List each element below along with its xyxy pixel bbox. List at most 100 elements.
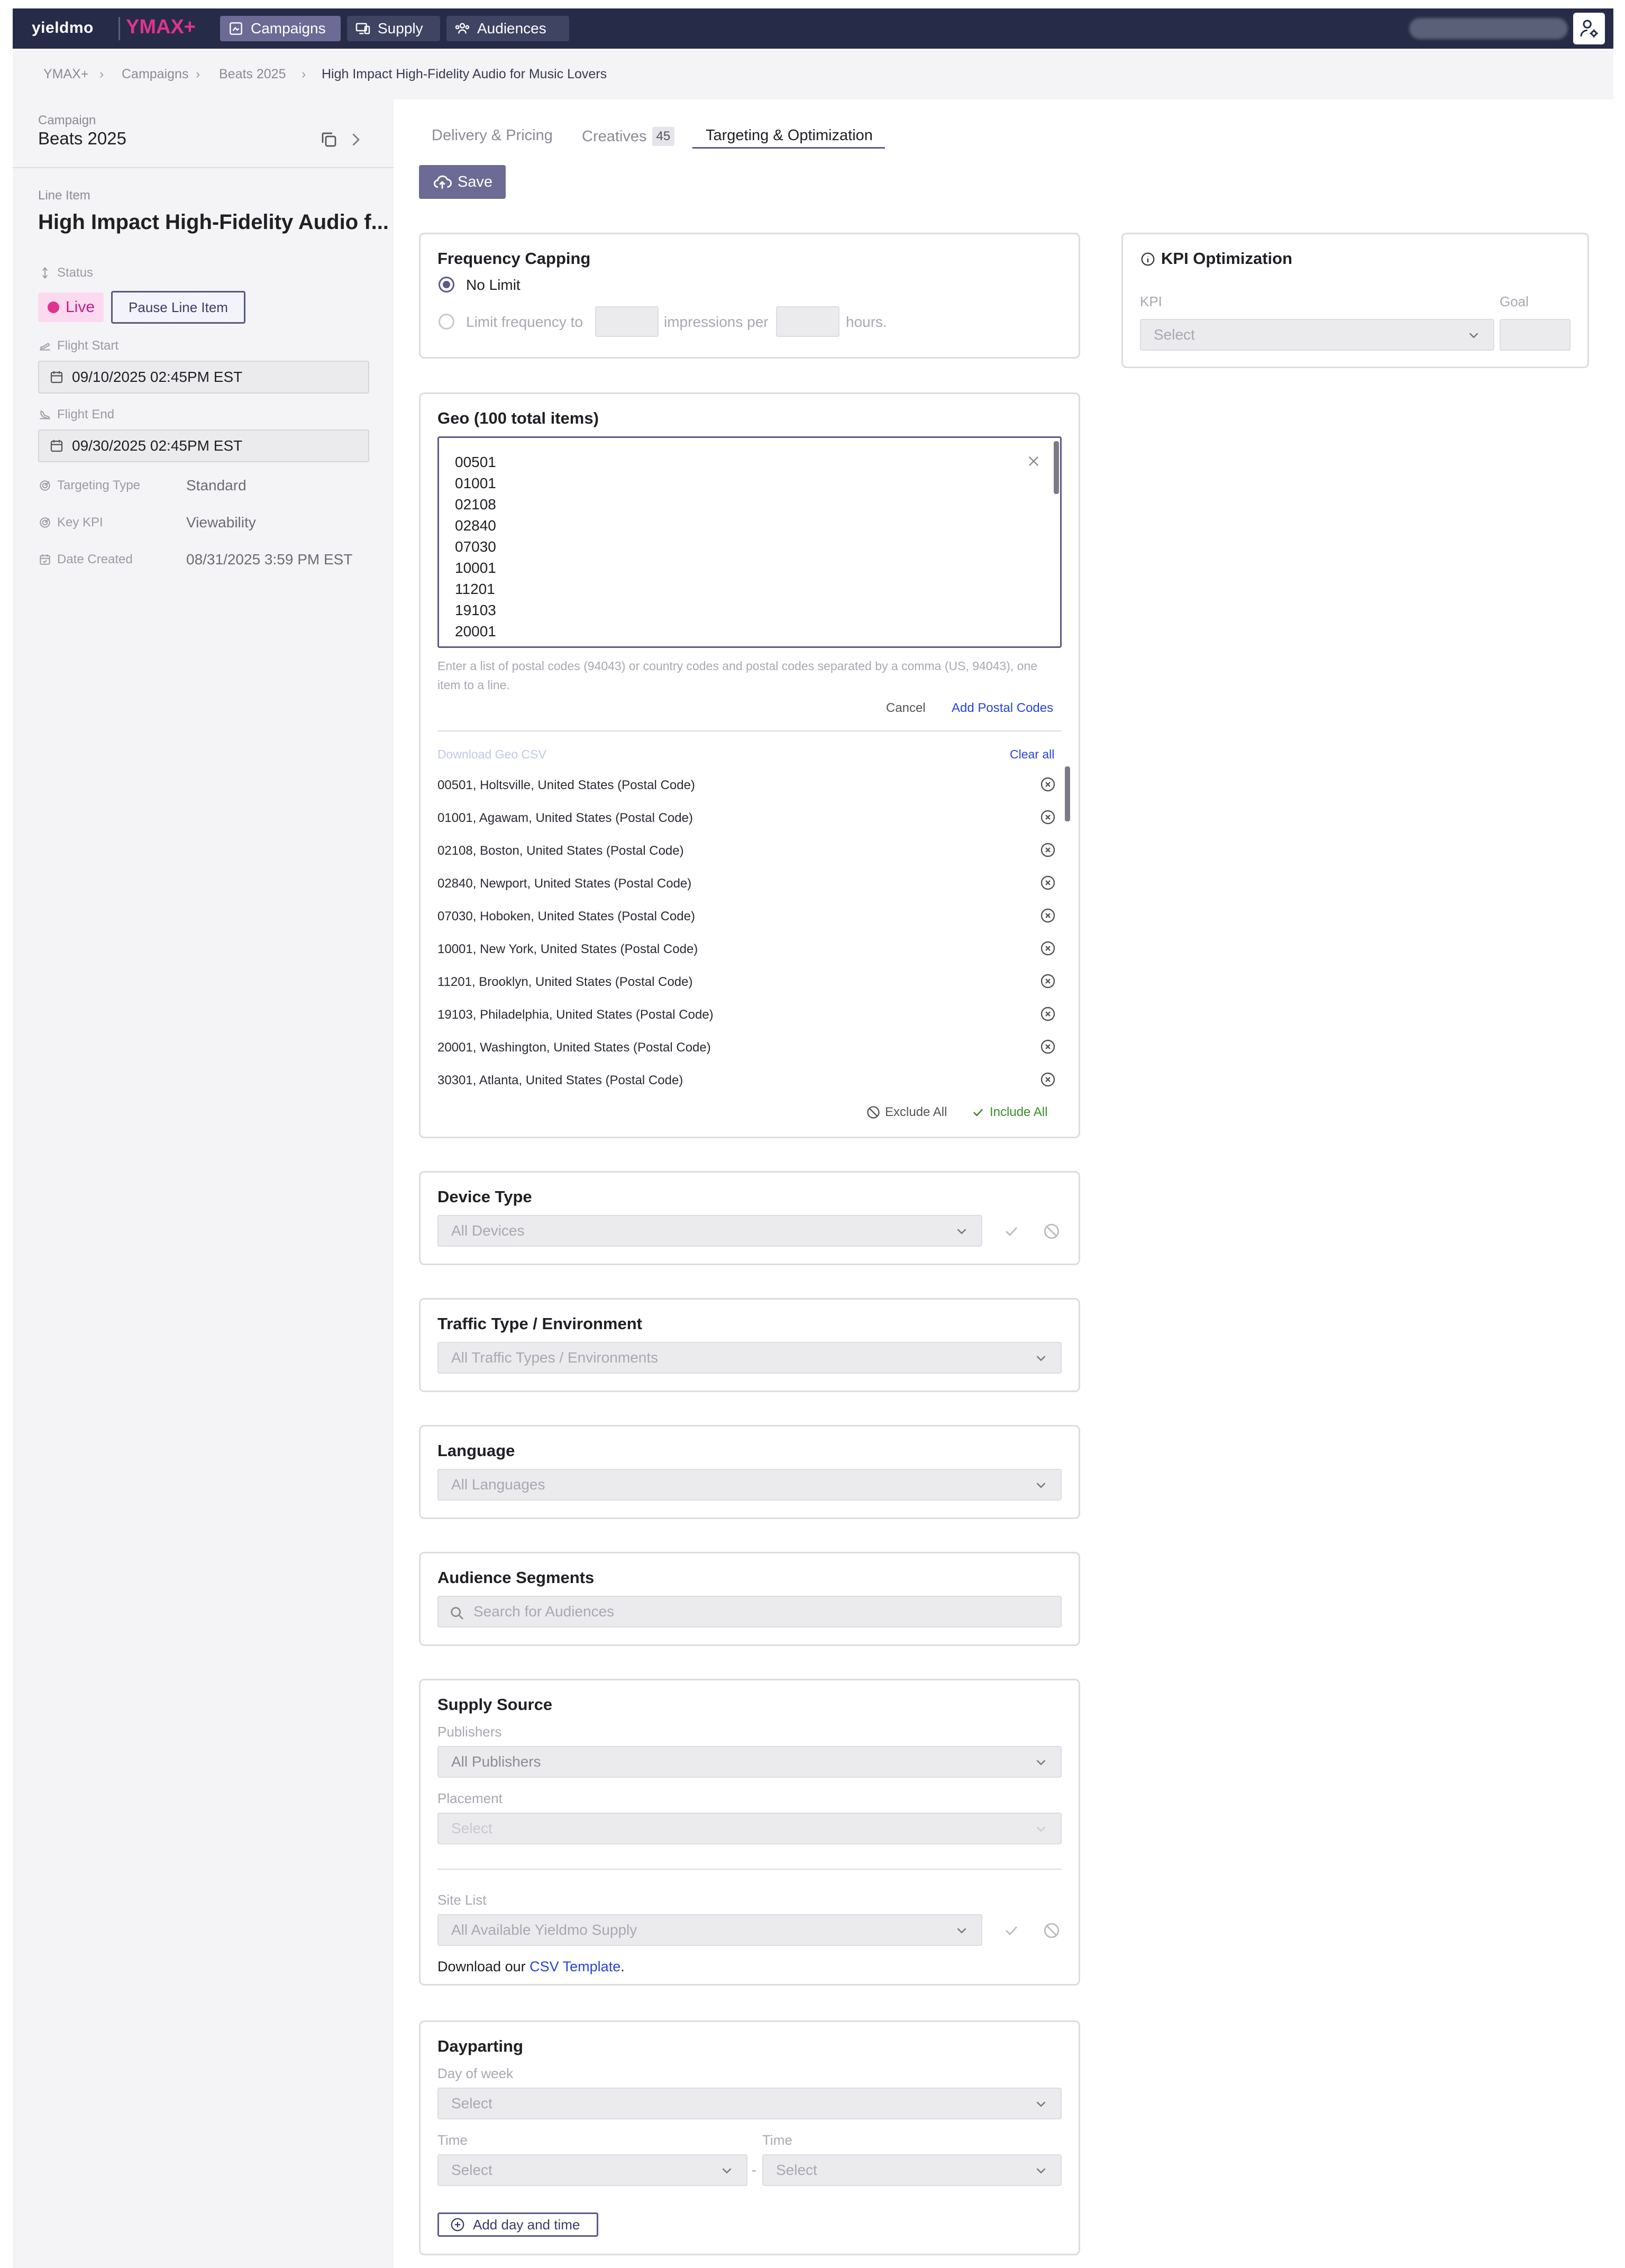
hours-input[interactable] <box>776 306 839 337</box>
remove-item-icon[interactable] <box>1039 1005 1056 1022</box>
remove-item-icon[interactable] <box>1039 1038 1056 1055</box>
check-icon <box>973 1109 983 1117</box>
exclude-icon[interactable] <box>1043 1922 1061 1940</box>
kpi-optimization-title: KPI Optimization <box>1161 249 1292 268</box>
remove-item-icon[interactable] <box>1039 809 1056 826</box>
geo-list-scrollbar[interactable] <box>1065 766 1070 821</box>
add-postal-codes-button[interactable]: Add Postal Codes <box>952 701 1053 716</box>
csv-template-link[interactable]: CSV Template <box>530 1959 620 1974</box>
tab-delivery-pricing[interactable]: Delivery & Pricing <box>432 127 553 144</box>
breadcrumb-line-item: High Impact High-Fidelity Audio for Musi… <box>322 67 607 81</box>
remove-item-icon[interactable] <box>1039 874 1056 891</box>
geo-item: 07030, Hoboken, United States (Postal Co… <box>437 909 695 923</box>
traffic-type-select[interactable]: All Traffic Types / Environments <box>437 1342 1062 1374</box>
exclude-all-button[interactable]: Exclude All <box>885 1105 947 1120</box>
include-all-button[interactable]: Include All <box>990 1105 1047 1120</box>
remove-item-icon[interactable] <box>1039 776 1056 793</box>
breadcrumb-ymax[interactable]: YMAX+ <box>43 67 88 82</box>
key-kpi-label-text: Key KPI <box>57 515 103 529</box>
status-label-text: Status <box>57 266 94 280</box>
takeoff-icon <box>40 343 50 351</box>
goal-input[interactable] <box>1500 319 1571 351</box>
limit-frequency-radio[interactable] <box>439 314 454 330</box>
save-button[interactable]: Save <box>419 165 506 199</box>
close-icon[interactable] <box>1026 454 1041 469</box>
flight-start-field[interactable]: 09/10/2025 02:45PM EST <box>38 361 369 394</box>
end-time-select[interactable]: Select <box>762 2154 1062 2186</box>
site-list-select[interactable]: All Available Yieldmo Supply <box>437 1914 982 1946</box>
remove-item-icon[interactable] <box>1039 1071 1056 1088</box>
nav-audiences-label: Audiences <box>477 20 546 36</box>
publishers-select[interactable]: All Publishers <box>437 1746 1062 1778</box>
status-label: Status <box>38 266 93 280</box>
flight-end-label-text: Flight End <box>57 407 115 422</box>
geo-title: Geo (100 total items) <box>437 409 599 427</box>
tab-targeting-optimization[interactable]: Targeting & Optimization <box>706 127 873 144</box>
chevron-right-icon[interactable] <box>346 130 365 149</box>
audience-segments-card: Audience Segments Search for Audiences <box>419 1552 1080 1646</box>
plus-circle-icon <box>451 2218 464 2232</box>
textarea-scrollbar[interactable] <box>1054 441 1059 494</box>
supply-source-card: Supply Source Publishers All Publishers … <box>419 1679 1080 1986</box>
remove-item-icon[interactable] <box>1039 907 1056 924</box>
add-day-and-time-button[interactable]: Add day and time <box>437 2212 598 2237</box>
breadcrumb-campaign[interactable]: Beats 2025 <box>219 67 286 82</box>
start-time-select[interactable]: Select <box>437 2154 747 2186</box>
brand-divider <box>118 17 120 40</box>
remove-item-icon[interactable] <box>1039 940 1056 957</box>
geo-divider <box>437 730 1062 731</box>
impressions-per-label: impressions per <box>664 314 769 330</box>
product-name: YMAX+ <box>126 16 196 38</box>
day-of-week-label: Day of week <box>437 2065 514 2081</box>
calendar-check-icon <box>40 554 50 565</box>
app-window: yieldmo YMAX+ Campaigns Supply Audiences… <box>13 8 1613 2268</box>
no-limit-radio[interactable] <box>439 277 454 292</box>
user-account-name[interactable] <box>1409 18 1568 39</box>
nav-campaigns[interactable]: Campaigns <box>220 16 341 41</box>
audience-search-input[interactable]: Search for Audiences <box>437 1596 1062 1627</box>
chevron-down-icon <box>1469 333 1478 339</box>
user-settings-button[interactable] <box>1573 13 1605 44</box>
impressions-input[interactable] <box>595 306 659 337</box>
nav-audiences[interactable]: Audiences <box>446 16 569 41</box>
line-item-sidebar: Campaign Beats 2025 Line Item High Impac… <box>13 99 394 2268</box>
breadcrumb-separator: › <box>99 67 104 81</box>
day-of-week-select[interactable]: Select <box>437 2088 1062 2119</box>
status-value: Live <box>66 298 95 316</box>
chevron-down-icon <box>722 2168 732 2174</box>
copy-icon[interactable] <box>319 130 339 149</box>
campaigns-icon <box>230 22 242 35</box>
placement-select[interactable]: Select <box>437 1813 1062 1844</box>
remove-item-icon[interactable] <box>1039 842 1056 858</box>
device-type-select[interactable]: All Devices <box>437 1215 982 1247</box>
yieldmo-logo[interactable]: yieldmo <box>32 19 94 37</box>
language-value: All Languages <box>451 1476 545 1493</box>
audience-search-placeholder: Search for Audiences <box>473 1603 615 1620</box>
geo-item: 10001, New York, United States (Postal C… <box>437 942 698 956</box>
hours-label: hours. <box>846 314 887 330</box>
tab-creatives[interactable]: Creatives 45 <box>582 127 675 146</box>
geo-item: 11201, Brooklyn, United States (Postal C… <box>437 975 693 989</box>
tab-targeting-optimization-label: Targeting & Optimization <box>706 127 873 144</box>
textarea-line: 10001 <box>455 560 496 576</box>
textarea-line: 02840 <box>455 517 496 534</box>
live-dot <box>48 301 59 313</box>
clear-all-button[interactable]: Clear all <box>1010 747 1054 762</box>
nav-supply[interactable]: Supply <box>347 16 440 41</box>
language-select[interactable]: All Languages <box>437 1469 1062 1501</box>
exclude-icon[interactable] <box>1043 1222 1061 1240</box>
kpi-select[interactable]: Select <box>1140 319 1494 351</box>
chevron-down-icon <box>1036 1826 1046 1832</box>
postal-codes-textarea[interactable]: 00501 01001 02108 02840 07030 10001 1120… <box>437 436 1062 648</box>
breadcrumb-campaigns[interactable]: Campaigns <box>122 67 188 82</box>
include-check-icon[interactable] <box>1002 1222 1020 1240</box>
download-geo-csv-link[interactable]: Download Geo CSV <box>437 747 546 762</box>
kpi-target-icon <box>40 517 50 528</box>
date-created-label-text: Date Created <box>57 552 133 566</box>
day-of-week-value: Select <box>451 2095 492 2111</box>
include-check-icon[interactable] <box>1002 1922 1020 1940</box>
remove-item-icon[interactable] <box>1039 973 1056 990</box>
flight-end-field[interactable]: 09/30/2025 02:45PM EST <box>38 429 369 462</box>
cancel-button[interactable]: Cancel <box>886 701 926 716</box>
pause-line-item-button[interactable]: Pause Line Item <box>111 291 245 324</box>
